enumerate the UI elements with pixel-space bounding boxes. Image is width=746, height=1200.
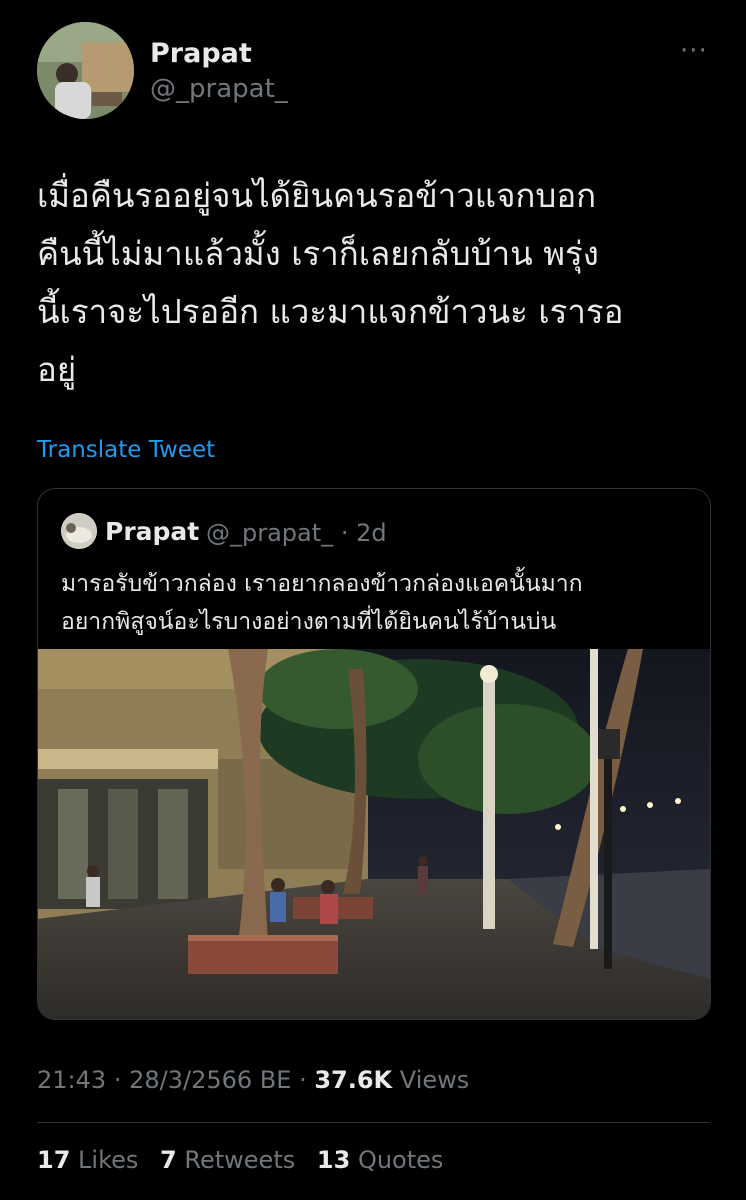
- quoted-author-name: Prapat: [105, 517, 200, 546]
- quoted-meta: @_prapat_ · 2d: [206, 519, 387, 547]
- quoted-tweet-photo[interactable]: [38, 649, 710, 1019]
- author-handle[interactable]: @_prapat_: [150, 74, 288, 104]
- author-avatar[interactable]: [37, 22, 134, 119]
- views-label: Views: [399, 1066, 470, 1094]
- tweet-stats: 17 Likes 7 Retweets 13 Quotes: [37, 1146, 457, 1174]
- meta-separator: ·: [113, 1066, 122, 1094]
- views-count: 37.6K: [314, 1066, 393, 1094]
- retweets-label: Retweets: [184, 1146, 296, 1174]
- quoted-tweet-text: มารอรับข้าวกล่อง เราอยากลองข้าวกล่องแอคน…: [61, 571, 583, 635]
- tweet-time[interactable]: 21:43: [37, 1066, 106, 1094]
- quoted-author-handle: @_prapat_: [206, 519, 334, 547]
- more-options-icon[interactable]: ···: [680, 36, 708, 66]
- meta-separator: ·: [299, 1066, 307, 1094]
- author-name[interactable]: Prapat: [150, 38, 252, 69]
- retweets-stat[interactable]: 7 Retweets: [160, 1146, 303, 1174]
- quotes-label: Quotes: [357, 1146, 444, 1174]
- quoted-separator: ·: [340, 519, 349, 547]
- quotes-stat[interactable]: 13 Quotes: [317, 1146, 444, 1174]
- tweet-text: เมื่อคืนรออยู่จนได้ยินคนรอข้าวแจกบอก คืน…: [37, 176, 624, 389]
- quoted-author-avatar: [61, 513, 97, 549]
- quoted-tweet-card[interactable]: Prapat @_prapat_ · 2d มารอรับข้าวกล่อง เ…: [37, 488, 711, 1020]
- likes-count: 17: [37, 1146, 71, 1174]
- tweet-meta: 21:43 · 28/3/2566 BE · 37.6K Views: [37, 1066, 469, 1094]
- tweet-date[interactable]: 28/3/2566 BE: [129, 1066, 291, 1094]
- divider: [37, 1122, 709, 1123]
- quotes-count: 13: [316, 1146, 351, 1174]
- author-avatar-image: [37, 22, 134, 119]
- likes-stat[interactable]: 17 Likes: [37, 1146, 146, 1174]
- retweets-count: 7: [160, 1146, 177, 1174]
- translate-tweet-link[interactable]: Translate Tweet: [37, 437, 215, 463]
- quoted-avatar-image: [61, 513, 97, 549]
- likes-label: Likes: [78, 1146, 139, 1174]
- quoted-age: 2d: [356, 519, 387, 547]
